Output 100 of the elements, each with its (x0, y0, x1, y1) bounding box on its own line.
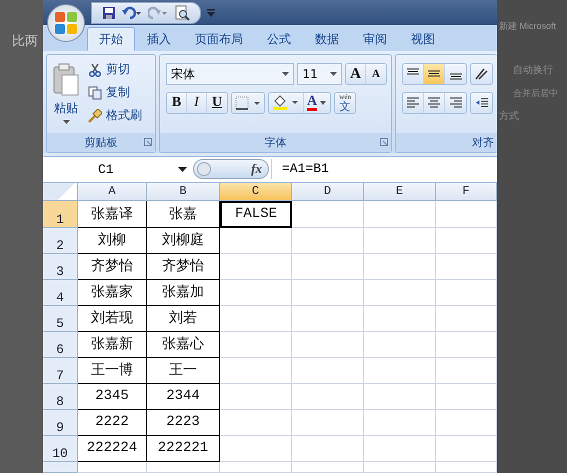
table-cell[interactable]: FALSE (220, 200, 292, 228)
table-cell[interactable] (220, 462, 292, 473)
column-header[interactable]: B (147, 182, 220, 201)
table-cell[interactable] (220, 332, 292, 358)
row-header[interactable]: 6 (43, 332, 78, 358)
table-cell[interactable] (220, 358, 292, 384)
table-cell[interactable]: 2344 (147, 384, 220, 410)
row-header[interactable]: 10 (43, 436, 78, 462)
font-name-dropdown[interactable]: 宋体 (166, 63, 294, 86)
table-cell[interactable] (364, 436, 436, 462)
office-button[interactable] (47, 4, 85, 42)
ribbon-tab[interactable]: 公式 (255, 27, 303, 52)
table-cell[interactable]: 222221 (147, 436, 220, 462)
table-cell[interactable]: 张嘉家 (78, 280, 147, 306)
ribbon-tab[interactable]: 审阅 (351, 27, 399, 52)
column-header[interactable]: E (364, 182, 436, 201)
table-cell[interactable] (292, 332, 364, 358)
select-all-button[interactable] (43, 182, 78, 201)
shrink-font-button[interactable]: A (366, 64, 386, 84)
table-cell[interactable]: 齐梦怡 (78, 254, 147, 280)
table-cell[interactable] (292, 384, 364, 410)
table-cell[interactable] (78, 462, 147, 473)
column-header[interactable]: C (220, 182, 292, 201)
print-preview-icon[interactable] (174, 4, 190, 20)
ribbon-tab[interactable]: 开始 (87, 27, 135, 52)
table-cell[interactable] (220, 228, 292, 254)
table-cell[interactable] (220, 436, 292, 462)
format-painter-button[interactable]: 格式刷 (86, 106, 144, 126)
table-cell[interactable] (220, 280, 292, 306)
table-cell[interactable] (147, 462, 220, 473)
table-cell[interactable]: 张嘉新 (78, 332, 147, 358)
row-header[interactable]: 5 (43, 306, 78, 332)
table-cell[interactable] (292, 200, 364, 228)
table-cell[interactable] (292, 436, 364, 462)
table-cell[interactable] (292, 254, 364, 280)
dialog-launcher-icon[interactable] (144, 138, 152, 146)
column-header[interactable]: F (436, 182, 497, 201)
table-cell[interactable] (364, 462, 436, 473)
table-cell[interactable]: 张嘉心 (147, 332, 220, 358)
table-cell[interactable] (292, 306, 364, 332)
table-cell[interactable] (364, 280, 436, 306)
row-header[interactable]: 2 (43, 228, 78, 254)
ribbon-tab[interactable]: 插入 (135, 27, 183, 52)
table-cell[interactable]: 刘柳 (78, 228, 147, 254)
font-size-dropdown[interactable]: 11 (297, 63, 342, 86)
table-cell[interactable]: 刘若 (147, 306, 220, 332)
paste-button[interactable]: 粘贴 (50, 58, 82, 130)
row-header[interactable]: 7 (43, 358, 78, 384)
grow-font-button[interactable]: A (346, 64, 366, 84)
cut-button[interactable]: 剪切 (86, 60, 144, 80)
table-cell[interactable] (364, 306, 436, 332)
column-header[interactable]: A (78, 182, 147, 201)
table-cell[interactable]: 2222 (78, 410, 147, 436)
column-header[interactable]: D (292, 182, 364, 201)
table-cell[interactable] (220, 410, 292, 436)
table-cell[interactable]: 王一 (147, 358, 220, 384)
table-cell[interactable]: 刘柳庭 (147, 228, 220, 254)
dialog-launcher-icon[interactable] (380, 138, 388, 146)
redo-icon[interactable] (148, 6, 168, 20)
row-header[interactable]: 3 (43, 254, 78, 280)
row-header[interactable] (43, 462, 78, 473)
row-header[interactable]: 1 (43, 200, 78, 228)
table-cell[interactable] (220, 384, 292, 410)
table-cell[interactable] (292, 410, 364, 436)
table-cell[interactable]: 张嘉加 (147, 280, 220, 306)
table-cell[interactable] (292, 228, 364, 254)
ribbon-tab[interactable]: 页面布局 (183, 27, 255, 52)
save-icon[interactable] (102, 6, 116, 20)
bold-button[interactable]: B (167, 93, 187, 114)
table-cell[interactable] (364, 254, 436, 280)
table-cell[interactable] (292, 358, 364, 384)
table-cell[interactable] (292, 462, 364, 473)
table-cell[interactable]: 2345 (78, 384, 147, 410)
table-cell[interactable] (364, 410, 436, 436)
insert-function-button[interactable]: fx (193, 159, 269, 180)
name-box[interactable]: C1 (43, 159, 191, 180)
table-cell[interactable] (364, 358, 436, 384)
table-cell[interactable]: 张嘉译 (78, 200, 147, 228)
table-cell[interactable] (220, 254, 292, 280)
ribbon-tab[interactable]: 视图 (399, 27, 447, 52)
row-header[interactable]: 4 (43, 280, 78, 306)
row-header[interactable]: 9 (43, 410, 78, 436)
table-cell[interactable] (364, 228, 436, 254)
copy-button[interactable]: 复制 (86, 83, 144, 102)
table-cell[interactable]: 2223 (147, 410, 220, 436)
middle-align-button[interactable] (424, 64, 445, 84)
italic-button[interactable]: I (187, 93, 207, 114)
table-cell[interactable] (364, 200, 436, 228)
ribbon-tab[interactable]: 数据 (303, 27, 351, 52)
table-cell[interactable] (292, 280, 364, 306)
customize-dropdown-icon[interactable] (207, 8, 215, 18)
row-header[interactable]: 8 (43, 384, 78, 410)
table-cell[interactable] (364, 384, 436, 410)
table-cell[interactable]: 刘若现 (78, 306, 147, 332)
table-cell[interactable] (364, 332, 436, 358)
table-cell[interactable]: 张嘉 (147, 200, 220, 228)
table-cell[interactable]: 222224 (78, 436, 147, 462)
undo-icon[interactable] (122, 6, 142, 20)
table-cell[interactable] (220, 306, 292, 332)
table-cell[interactable]: 齐梦怡 (147, 254, 220, 280)
